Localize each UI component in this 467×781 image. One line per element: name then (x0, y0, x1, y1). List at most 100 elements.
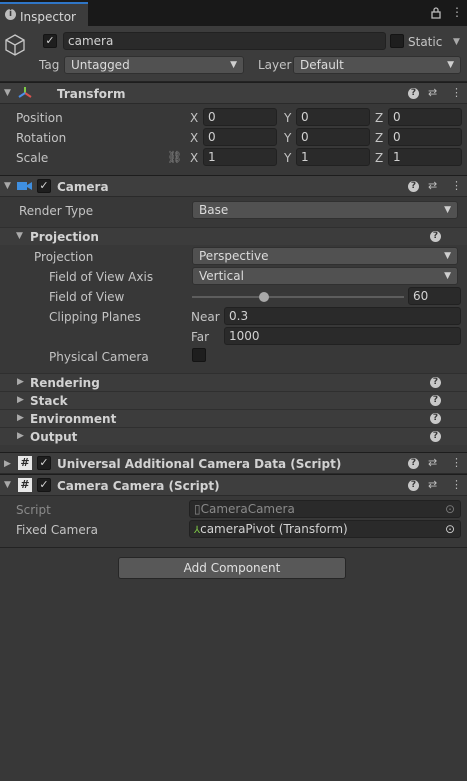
chevron-down-icon: ▼ (444, 205, 451, 215)
foldout-collapsed-icon[interactable]: ▶ (17, 395, 24, 405)
kebab-icon[interactable]: ⋮ (451, 86, 462, 100)
rotation-x-value: 0 (208, 130, 216, 144)
near-field[interactable]: 0.3 (224, 307, 461, 325)
foldout-collapsed-icon[interactable]: ▶ (17, 431, 24, 441)
axis-x-label: X (190, 131, 199, 145)
fov-axis-dropdown[interactable]: Vertical ▼ (192, 267, 458, 285)
position-x-value: 0 (208, 110, 216, 124)
projection-section-title: Projection (30, 230, 99, 244)
kebab-icon[interactable]: ⋮ (451, 478, 462, 492)
foldout-expanded-icon[interactable]: ▼ (4, 88, 11, 98)
position-y-field[interactable]: 0 (296, 108, 370, 126)
lock-icon[interactable] (430, 6, 442, 22)
static-label: Static (408, 35, 443, 49)
presets-icon[interactable]: ⇄ (428, 179, 437, 193)
layer-value: Default (300, 58, 344, 72)
help-icon[interactable]: ? (408, 88, 419, 99)
position-y-value: 0 (301, 110, 309, 124)
scale-x-field[interactable]: 1 (203, 148, 277, 166)
foldout-expanded-icon[interactable]: ▼ (4, 181, 11, 191)
active-checkbox[interactable]: ✓ (43, 34, 57, 48)
uacd-title: Universal Additional Camera Data (Script… (57, 457, 342, 471)
fov-slider-track[interactable] (192, 296, 404, 298)
script-icon: # (18, 456, 32, 470)
kebab-icon[interactable]: ⋮ (451, 456, 462, 470)
near-label: Near (191, 310, 220, 324)
axis-y-label: Y (284, 111, 292, 125)
position-z-field[interactable]: 0 (388, 108, 462, 126)
presets-icon[interactable]: ⇄ (428, 456, 437, 470)
help-icon[interactable]: ? (430, 413, 441, 424)
foldout-expanded-icon[interactable]: ▼ (16, 231, 23, 241)
tab-inspector[interactable]: i Inspector (0, 2, 88, 26)
tab-label: Inspector (20, 10, 76, 24)
camcam-enabled-checkbox[interactable]: ✓ (37, 478, 51, 492)
stack-section-header[interactable] (0, 391, 467, 409)
info-icon: i (5, 9, 16, 20)
position-x-field[interactable]: 0 (203, 108, 277, 126)
render-type-value: Base (199, 203, 229, 217)
help-icon[interactable]: ? (408, 480, 419, 491)
foldout-expanded-icon[interactable]: ▼ (4, 480, 11, 490)
axis-x-label: X (190, 111, 199, 125)
chevron-down-icon: ▼ (230, 60, 237, 70)
script-value: CameraCamera (200, 502, 295, 516)
kebab-icon[interactable]: ⋮ (451, 179, 462, 193)
fov-slider-thumb[interactable] (259, 292, 270, 302)
name-field[interactable]: camera (63, 32, 386, 50)
add-component-button[interactable]: Add Component (118, 557, 346, 579)
script-file-icon: ▯ (194, 502, 201, 516)
rotation-label: Rotation (16, 131, 67, 145)
tag-dropdown[interactable]: Untagged ▼ (64, 56, 244, 74)
scale-y-field[interactable]: 1 (296, 148, 370, 166)
uacd-enabled-checkbox[interactable]: ✓ (37, 456, 51, 470)
menu-icon[interactable]: ⋮ (451, 5, 463, 19)
foldout-collapsed-icon[interactable]: ▶ (17, 377, 24, 387)
scale-z-field[interactable]: 1 (388, 148, 462, 166)
far-field[interactable]: 1000 (224, 327, 461, 345)
foldout-collapsed-icon[interactable]: ▶ (4, 459, 11, 469)
presets-icon[interactable]: ⇄ (428, 86, 437, 100)
scale-label: Scale (16, 151, 49, 165)
help-icon[interactable]: ? (408, 181, 419, 192)
chevron-down-icon: ▼ (444, 271, 451, 281)
rotation-y-field[interactable]: 0 (296, 128, 370, 146)
help-icon[interactable]: ? (430, 431, 441, 442)
render-type-dropdown[interactable]: Base ▼ (192, 201, 458, 219)
presets-icon[interactable]: ⇄ (428, 478, 437, 492)
camera-enabled-checkbox[interactable]: ✓ (37, 179, 51, 193)
object-picker-icon[interactable]: ⊙ (445, 521, 455, 537)
position-label: Position (16, 111, 63, 125)
static-dropdown-arrow[interactable]: ▼ (453, 37, 460, 47)
fov-axis-label: Field of View Axis (49, 270, 154, 284)
rendering-section-title: Rendering (30, 376, 100, 390)
help-icon[interactable]: ? (408, 458, 419, 469)
environment-section-title: Environment (30, 412, 117, 426)
static-checkbox[interactable] (390, 34, 404, 48)
help-icon[interactable]: ? (430, 395, 441, 406)
name-value: camera (68, 34, 114, 48)
camera-title: Camera (57, 180, 109, 194)
link-scale-icon[interactable]: ⛓ (167, 150, 182, 164)
cube-icon (4, 33, 26, 60)
axis-y-label: Y (284, 151, 292, 165)
rotation-x-field[interactable]: 0 (203, 128, 277, 146)
transform-icon (17, 85, 33, 104)
physical-camera-checkbox[interactable] (192, 348, 206, 362)
help-icon[interactable]: ? (430, 231, 441, 242)
foldout-collapsed-icon[interactable]: ▶ (17, 413, 24, 423)
position-z-value: 0 (393, 110, 401, 124)
fov-value: 60 (413, 289, 429, 303)
near-value: 0.3 (229, 309, 249, 323)
axis-z-label: Z (375, 111, 384, 125)
projection-dropdown[interactable]: Perspective ▼ (192, 247, 458, 265)
far-value: 1000 (229, 329, 260, 343)
scale-x-value: 1 (208, 150, 216, 164)
fixed-camera-field[interactable]: ⅄cameraPivot (Transform) ⊙ (189, 520, 461, 538)
render-type-label: Render Type (19, 204, 94, 218)
help-icon[interactable]: ? (430, 377, 441, 388)
fov-label: Field of View (49, 290, 125, 304)
fov-field[interactable]: 60 (408, 287, 461, 305)
layer-dropdown[interactable]: Default ▼ (293, 56, 461, 74)
rotation-z-field[interactable]: 0 (388, 128, 462, 146)
